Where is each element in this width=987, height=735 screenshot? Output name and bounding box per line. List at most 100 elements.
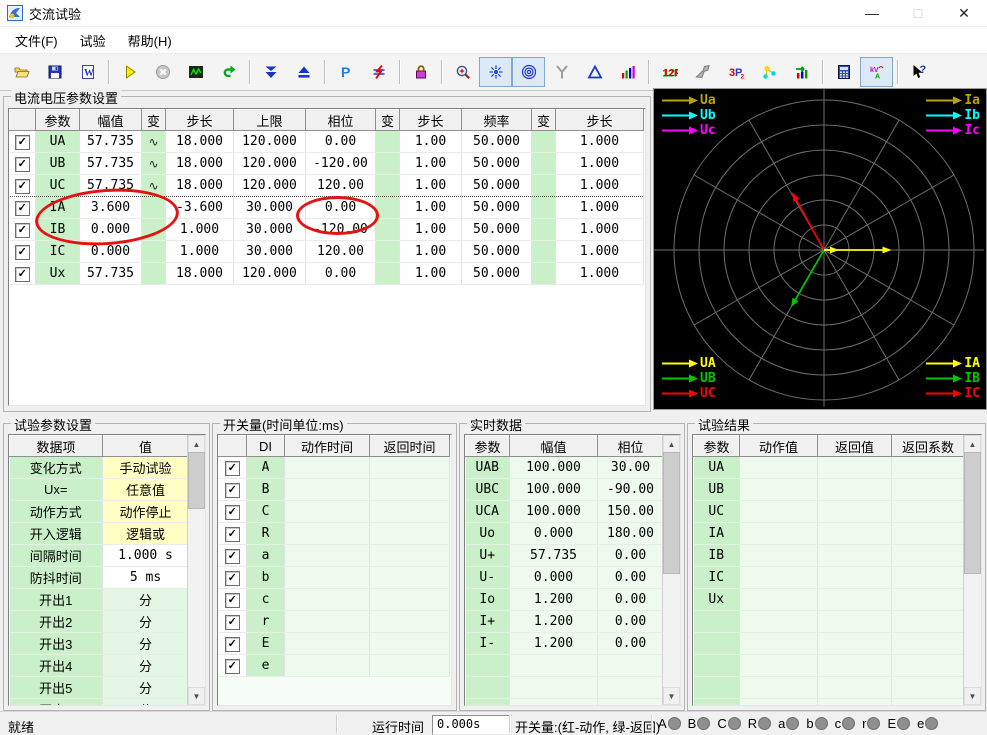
scroll-down-arrow[interactable]: ▼ — [663, 687, 680, 705]
vary-flag-cell[interactable]: ∿ — [141, 130, 166, 153]
step-cell[interactable]: 1.000 — [555, 262, 644, 285]
scroll-thumb[interactable] — [964, 452, 981, 574]
step-cell[interactable]: 1.000 — [555, 196, 644, 219]
vary-flag-cell[interactable] — [531, 152, 556, 175]
step-cell[interactable]: 1.00 — [399, 130, 462, 153]
row-checkbox[interactable] — [14, 244, 30, 260]
scroll-thumb[interactable] — [188, 452, 205, 509]
vary-flag-cell[interactable] — [375, 240, 400, 263]
frequency-cell[interactable]: 50.000 — [461, 262, 532, 285]
maximize-button[interactable]: □ — [895, 0, 941, 26]
frequency-cell[interactable]: 50.000 — [461, 152, 532, 175]
limit-cell[interactable]: 30.000 — [233, 196, 306, 219]
step-cell[interactable]: 1.000 — [555, 218, 644, 241]
step-cell[interactable]: 1.00 — [399, 240, 462, 263]
jet-button[interactable] — [686, 57, 719, 87]
vary-flag-cell[interactable] — [531, 130, 556, 153]
phase-cell[interactable]: 0.00 — [305, 130, 376, 153]
step-cell[interactable]: 1.00 — [399, 262, 462, 285]
step-cell[interactable]: 1.00 — [399, 174, 462, 197]
value-cell[interactable]: 分 — [102, 698, 189, 705]
step-cell[interactable]: 1.000 — [555, 130, 644, 153]
value-cell[interactable]: 1.000 s — [102, 544, 189, 567]
phase-cell[interactable]: -120.00 — [305, 152, 376, 175]
stop-button[interactable] — [146, 57, 179, 87]
vary-flag-cell[interactable] — [141, 240, 166, 263]
frequency-cell[interactable]: 50.000 — [461, 218, 532, 241]
minimize-button[interactable]: — — [849, 0, 895, 26]
scroll-down-arrow[interactable]: ▼ — [964, 687, 981, 705]
limit-cell[interactable]: 120.000 — [233, 130, 306, 153]
amplitude-cell[interactable]: 57.735 — [79, 130, 142, 153]
limit-cell[interactable]: 30.000 — [233, 240, 306, 263]
vary-flag-cell[interactable] — [531, 262, 556, 285]
vary-flag-cell[interactable] — [531, 218, 556, 241]
vary-flag-cell[interactable] — [375, 130, 400, 153]
value-cell[interactable]: 分 — [102, 632, 189, 655]
step-cell[interactable]: 1.000 — [165, 218, 234, 241]
step-cell[interactable]: 1.00 — [399, 152, 462, 175]
brightness-button[interactable] — [479, 57, 512, 87]
value-cell[interactable]: 逻辑或 — [102, 522, 189, 545]
value-cell[interactable]: 手动试验 — [102, 456, 189, 479]
row-checkbox[interactable] — [14, 156, 30, 172]
waveform-button[interactable] — [179, 57, 212, 87]
scroll-up-arrow[interactable]: ▲ — [964, 435, 981, 453]
save-button[interactable] — [38, 57, 71, 87]
vary-flag-cell[interactable] — [375, 196, 400, 219]
kva-display-button[interactable]: kV A — [860, 57, 893, 87]
step-cell[interactable]: 1.000 — [165, 240, 234, 263]
switch-checkbox[interactable] — [224, 460, 240, 476]
vary-flag-cell[interactable] — [375, 174, 400, 197]
vary-flag-cell[interactable] — [531, 174, 556, 197]
test-params-scrollbar[interactable]: ▲ ▼ — [187, 435, 205, 705]
step-cell[interactable]: 18.000 — [165, 174, 234, 197]
step-cell[interactable]: 18.000 — [165, 130, 234, 153]
realtime-scrollbar[interactable]: ▲ ▼ — [662, 435, 680, 705]
value-cell[interactable]: 5 ms — [102, 566, 189, 589]
report-button[interactable] — [785, 57, 818, 87]
frequency-cell[interactable]: 50.000 — [461, 196, 532, 219]
value-cell[interactable]: 分 — [102, 676, 189, 699]
row-checkbox[interactable] — [14, 200, 30, 216]
row-checkbox[interactable] — [14, 178, 30, 194]
run-button[interactable] — [113, 57, 146, 87]
zoom-button[interactable] — [446, 57, 479, 87]
switch-checkbox[interactable] — [224, 658, 240, 674]
fault-button[interactable] — [362, 57, 395, 87]
3p-button[interactable]: 3P2 — [719, 57, 752, 87]
delta-button[interactable] — [578, 57, 611, 87]
frequency-cell[interactable]: 50.000 — [461, 174, 532, 197]
switch-checkbox[interactable] — [224, 614, 240, 630]
switch-checkbox[interactable] — [224, 636, 240, 652]
step-cell[interactable]: 1.00 — [399, 218, 462, 241]
vector-button[interactable] — [752, 57, 785, 87]
phase-button[interactable]: P — [329, 57, 362, 87]
phase-cell[interactable]: 0.00 — [305, 262, 376, 285]
menu-test[interactable]: 试验 — [69, 28, 117, 53]
amplitude-cell[interactable]: 57.735 — [79, 152, 142, 175]
results-scrollbar[interactable]: ▲ ▼ — [963, 435, 981, 705]
step-cell[interactable]: 1.00 — [399, 196, 462, 219]
export-word-button[interactable]: W — [71, 57, 104, 87]
vary-flag-cell[interactable] — [375, 152, 400, 175]
close-button[interactable]: ✕ — [941, 0, 987, 26]
help-button[interactable]: ? — [902, 57, 935, 87]
vary-flag-cell[interactable]: ∿ — [141, 152, 166, 175]
limit-cell[interactable]: 120.000 — [233, 152, 306, 175]
vary-flag-cell[interactable] — [375, 262, 400, 285]
limit-cell[interactable]: 120.000 — [233, 262, 306, 285]
phase-cell[interactable]: 120.00 — [305, 174, 376, 197]
lock-button[interactable] — [404, 57, 437, 87]
calculator-button[interactable] — [827, 57, 860, 87]
vary-flag-cell[interactable] — [375, 218, 400, 241]
step-cell[interactable]: 1.000 — [555, 174, 644, 197]
switch-checkbox[interactable] — [224, 526, 240, 542]
value-cell[interactable]: 任意值 — [102, 478, 189, 501]
step-cell[interactable]: 18.000 — [165, 152, 234, 175]
vary-flag-cell[interactable] — [531, 196, 556, 219]
row-checkbox[interactable] — [14, 222, 30, 238]
step-down-button[interactable] — [254, 57, 287, 87]
scroll-thumb[interactable] — [663, 452, 680, 574]
scroll-up-arrow[interactable]: ▲ — [188, 435, 205, 453]
